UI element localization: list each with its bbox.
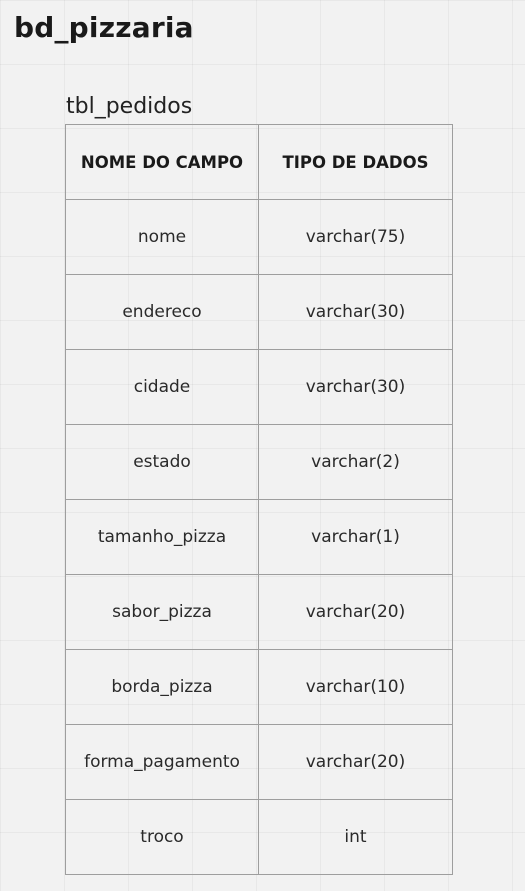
data-type-cell: varchar(30) — [259, 350, 453, 425]
data-type-cell: varchar(1) — [259, 500, 453, 575]
data-type-cell: varchar(20) — [259, 725, 453, 800]
table-header-row: NOME DO CAMPO TIPO DE DADOS — [66, 125, 453, 200]
table-row: sabor_pizza varchar(20) — [66, 575, 453, 650]
field-name-cell: nome — [66, 200, 259, 275]
table-row: troco int — [66, 800, 453, 875]
field-name-cell: cidade — [66, 350, 259, 425]
field-name-cell: troco — [66, 800, 259, 875]
data-type-cell: varchar(75) — [259, 200, 453, 275]
field-name-cell: sabor_pizza — [66, 575, 259, 650]
fields-table: NOME DO CAMPO TIPO DE DADOS nome varchar… — [65, 124, 453, 875]
field-name-cell: estado — [66, 425, 259, 500]
table-row: estado varchar(2) — [66, 425, 453, 500]
table-row: forma_pagamento varchar(20) — [66, 725, 453, 800]
field-name-cell: endereco — [66, 275, 259, 350]
header-data-type: TIPO DE DADOS — [259, 125, 453, 200]
field-name-cell: borda_pizza — [66, 650, 259, 725]
database-title: bd_pizzaria — [14, 11, 194, 44]
field-name-cell: forma_pagamento — [66, 725, 259, 800]
data-type-cell: varchar(10) — [259, 650, 453, 725]
table-row: tamanho_pizza varchar(1) — [66, 500, 453, 575]
data-type-cell: varchar(20) — [259, 575, 453, 650]
table-title: tbl_pedidos — [66, 94, 193, 119]
table-row: cidade varchar(30) — [66, 350, 453, 425]
data-type-cell: varchar(30) — [259, 275, 453, 350]
table-row: borda_pizza varchar(10) — [66, 650, 453, 725]
data-type-cell: varchar(2) — [259, 425, 453, 500]
table-row: nome varchar(75) — [66, 200, 453, 275]
field-name-cell: tamanho_pizza — [66, 500, 259, 575]
data-type-cell: int — [259, 800, 453, 875]
table-row: endereco varchar(30) — [66, 275, 453, 350]
header-field-name: NOME DO CAMPO — [66, 125, 259, 200]
